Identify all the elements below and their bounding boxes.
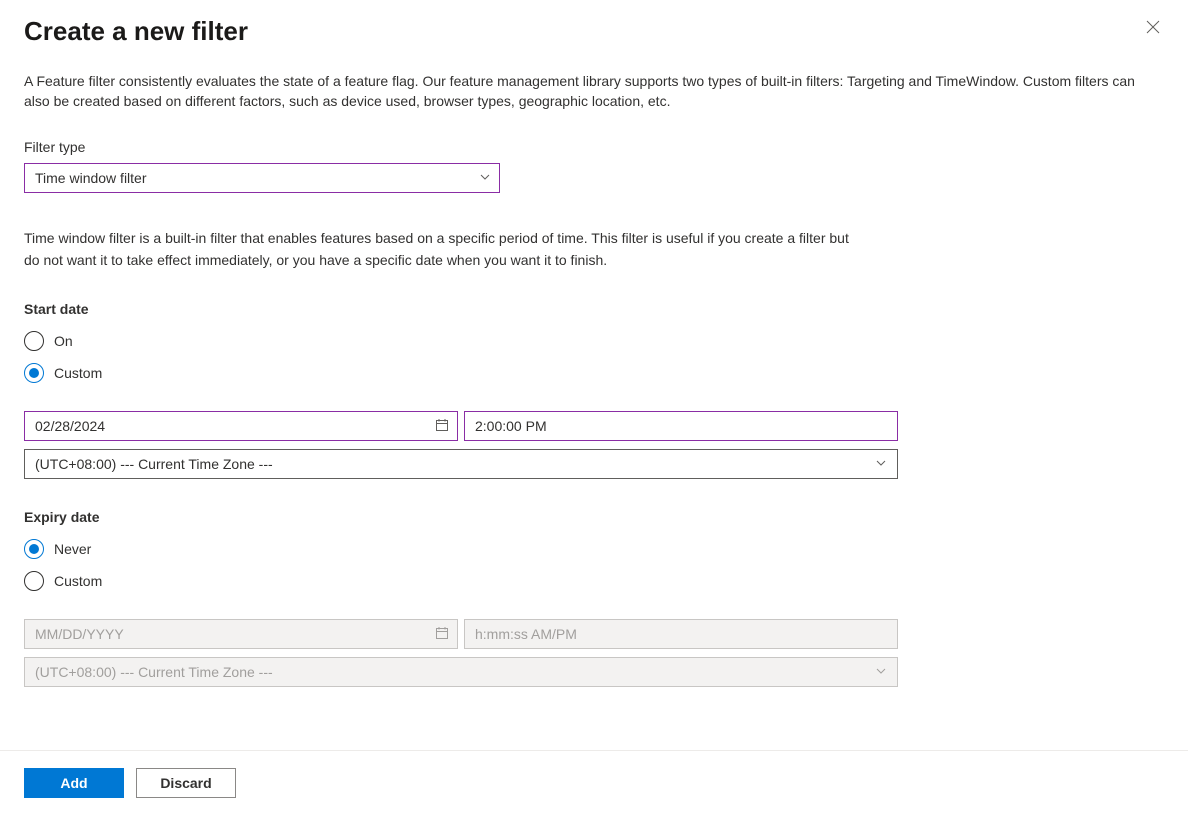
start-timezone-select[interactable]: (UTC+08:00) --- Current Time Zone --- xyxy=(24,449,898,479)
radio-label: Custom xyxy=(54,365,102,381)
expiry-date-input: MM/DD/YYYY xyxy=(24,619,458,649)
expiry-time-input: h:mm:ss AM/PM xyxy=(464,619,898,649)
expiry-radio-never[interactable]: Never xyxy=(24,533,1164,565)
start-time-value: 2:00:00 PM xyxy=(475,418,547,434)
calendar-icon[interactable] xyxy=(435,418,449,435)
expiry-timezone-select: (UTC+08:00) --- Current Time Zone --- xyxy=(24,657,898,687)
expiry-time-placeholder: h:mm:ss AM/PM xyxy=(475,626,577,642)
radio-icon xyxy=(24,571,44,591)
filter-type-value: Time window filter xyxy=(35,170,147,186)
calendar-icon xyxy=(435,626,449,643)
expiry-radio-custom[interactable]: Custom xyxy=(24,565,1164,597)
close-icon xyxy=(1146,20,1160,34)
start-time-input[interactable]: 2:00:00 PM xyxy=(464,411,898,441)
start-timezone-value: (UTC+08:00) --- Current Time Zone --- xyxy=(35,456,273,472)
chevron-down-icon xyxy=(479,170,491,186)
filter-type-label: Filter type xyxy=(24,139,1164,155)
chevron-down-icon xyxy=(875,664,887,680)
page-title: Create a new filter xyxy=(24,16,248,47)
start-date-radio-custom[interactable]: Custom xyxy=(24,357,1164,389)
filter-type-select[interactable]: Time window filter xyxy=(24,163,500,193)
start-date-label: Start date xyxy=(24,301,1164,317)
start-date-value: 02/28/2024 xyxy=(35,418,105,434)
start-date-radio-on[interactable]: On xyxy=(24,325,1164,357)
expiry-date-label: Expiry date xyxy=(24,509,1164,525)
radio-icon xyxy=(24,331,44,351)
expiry-timezone-value: (UTC+08:00) --- Current Time Zone --- xyxy=(35,664,273,680)
close-button[interactable] xyxy=(1142,16,1164,40)
discard-button[interactable]: Discard xyxy=(136,768,236,798)
radio-label: Custom xyxy=(54,573,102,589)
radio-label: On xyxy=(54,333,73,349)
add-button[interactable]: Add xyxy=(24,768,124,798)
radio-icon xyxy=(24,363,44,383)
chevron-down-icon xyxy=(875,456,887,472)
filter-type-description: Time window filter is a built-in filter … xyxy=(24,227,864,271)
radio-label: Never xyxy=(54,541,91,557)
start-date-input[interactable]: 02/28/2024 xyxy=(24,411,458,441)
radio-icon xyxy=(24,539,44,559)
intro-text: A Feature filter consistently evaluates … xyxy=(24,71,1164,111)
expiry-date-placeholder: MM/DD/YYYY xyxy=(35,626,124,642)
